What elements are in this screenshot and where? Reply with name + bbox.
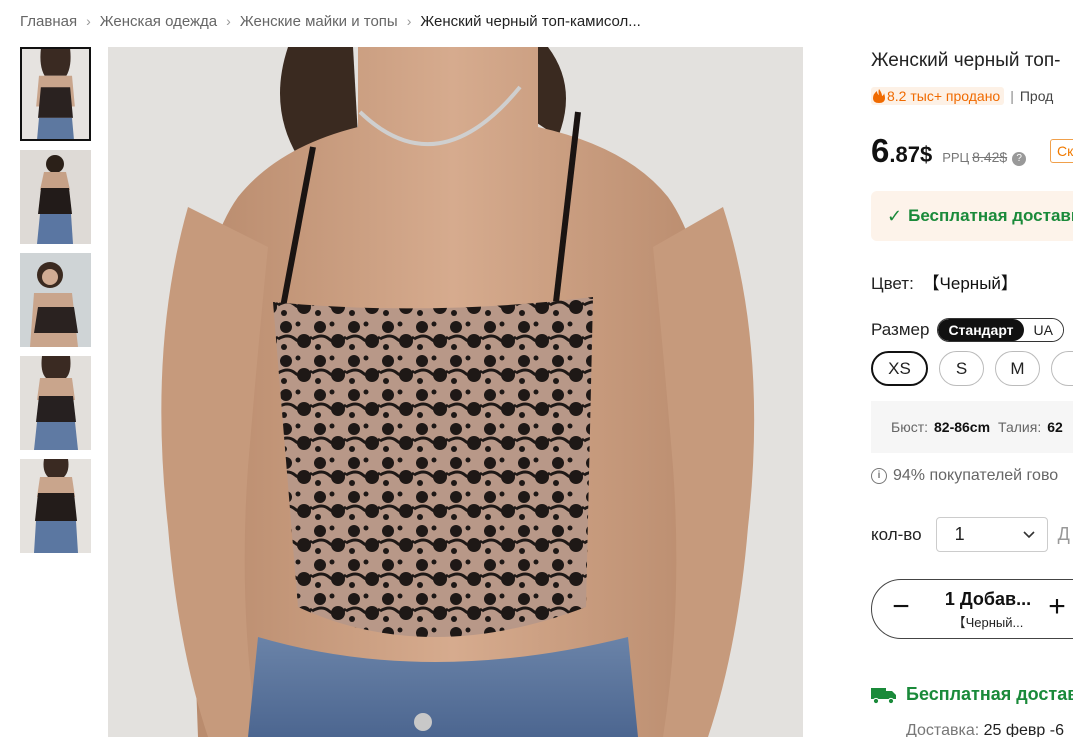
quantity-select[interactable]: 1 [935,517,1048,552]
decrement-button[interactable]: − [890,592,912,622]
thumbnail-list [20,47,91,562]
thumbnail-1[interactable] [20,47,91,141]
breadcrumb: Главная › Женская одежда › Женские майки… [20,10,641,32]
color-row: Цвет: 【Черный】 [871,269,1018,294]
quantity-row: кол-во 1 Д [871,517,1070,552]
delivery-row: Бесплатная достав [871,684,1073,705]
price-row: 6 .87$ РРЦ 8.42$ ? [871,132,1027,170]
size-option-m[interactable]: M [995,351,1040,386]
help-icon[interactable]: ? [1012,152,1027,166]
breadcrumb-tops[interactable]: Женские майки и топы [240,13,398,30]
thumbnail-3[interactable] [20,253,91,347]
size-option-s[interactable]: S [939,351,984,386]
quantity-value: 1 [954,524,965,544]
product-info-panel: Женский черный топ- 8.2 тыс+ продано | П… [871,0,1073,737]
divider: | [1010,88,1014,104]
delivery-date: Доставка: 25 февр -6 [906,722,1064,737]
size-ua-option[interactable]: UA [1023,319,1063,341]
thumbnail-4[interactable] [20,356,91,450]
chevron-right-icon: › [86,13,91,29]
delivery-value: 25 февр -6 [983,722,1064,737]
price-decimal: .87$ [889,142,933,167]
size-option-xs[interactable]: XS [871,351,928,386]
info-icon: i [871,468,887,484]
waist-label: Талия: [998,419,1042,435]
quantity-label: кол-во [871,524,922,544]
thumbnail-2[interactable] [20,150,91,244]
size-row: Размер Стандарт UA [871,318,1064,342]
check-icon: ✓ [887,205,903,226]
delivery-label: Доставка: [906,722,980,737]
fit-text: 94% покупателей гово [893,467,1059,484]
quantity-extra: Д [1057,524,1070,544]
rrp-label: РРЦ [942,150,970,165]
color-value: 【Черный】 [922,274,1018,293]
rrp-old-price: 8.42$ [972,149,1008,165]
add-to-cart-variant: 【Черный... [952,615,1024,630]
product-page: Главная › Женская одежда › Женские майки… [0,0,1073,737]
size-options: XS S M [871,351,1073,386]
breadcrumb-current: Женский черный топ-камисол... [420,12,641,30]
chevron-right-icon: › [226,13,231,29]
truck-icon [871,687,896,704]
size-standard-option[interactable]: Стандарт [938,319,1024,341]
chevron-right-icon: › [406,13,412,29]
sold-row: 8.2 тыс+ продано | Прод [871,87,1053,105]
breadcrumb-womens-clothing[interactable]: Женская одежда [100,13,217,30]
size-standard-switch: Стандарт UA [937,318,1064,342]
delivery-title: Бесплатная достав [906,684,1073,704]
product-title: Женский черный топ- [871,50,1061,71]
seller-text: Прод [1019,88,1054,104]
fit-feedback: i 94% покупателей гово [871,467,1058,485]
breadcrumb-home[interactable]: Главная [20,13,77,30]
fire-icon [873,89,885,103]
price-integer: 6 [871,132,890,169]
free-shipping-banner[interactable]: ✓ Бесплатная доставк [871,191,1073,241]
free-shipping-text: Бесплатная доставк [908,206,1073,225]
size-option-more[interactable] [1051,351,1073,386]
discount-tag[interactable]: Ск [1050,139,1073,163]
bust-label: Бюст: [891,419,928,435]
size-label: Размер [871,320,930,339]
size-measurements: Бюст: 82-86cm Талия: 62 [871,401,1073,453]
sold-count: 8.2 тыс+ продано [887,88,1001,104]
chevron-down-icon [1023,530,1035,538]
bust-value: 82-86cm [934,419,991,435]
sold-badge: 8.2 тыс+ продано [871,87,1005,105]
waist-value: 62 [1047,419,1063,435]
add-to-cart-button[interactable]: − 1 Добав... 【Черный... + [871,579,1073,639]
thumbnail-5[interactable] [20,459,91,553]
color-label: Цвет: [871,274,914,293]
add-to-cart-text: 1 Добав... [944,589,1032,609]
add-to-cart-label: 1 Добав... 【Черный... [930,589,1046,631]
main-product-image[interactable] [108,47,803,737]
increment-button[interactable]: + [1046,592,1068,622]
